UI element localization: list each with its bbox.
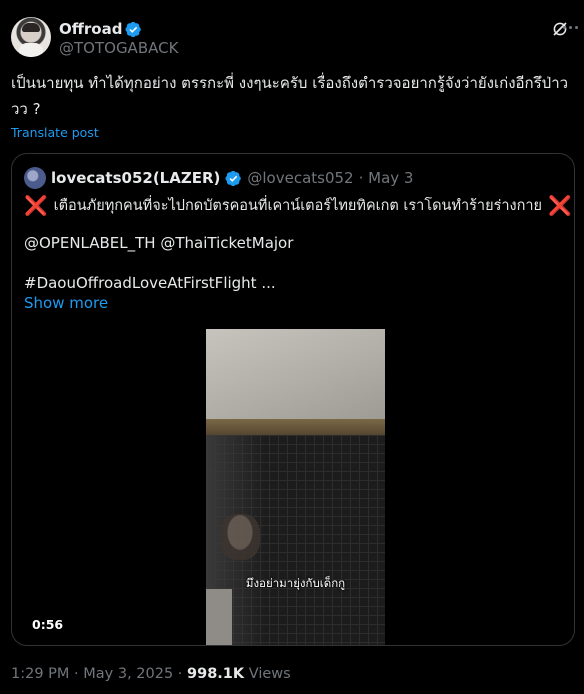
verified-badge-icon bbox=[225, 170, 242, 186]
quoted-hashtag: #DaouOffroadLoveAtFirstFlight ... bbox=[24, 274, 276, 292]
more-dots-icon[interactable] bbox=[563, 26, 581, 30]
quoted-author-handle[interactable]: @lovecats052 bbox=[247, 169, 353, 187]
post-header: Offroad @TOTOGABACK bbox=[11, 17, 578, 61]
cross-mark-icon: ❌ bbox=[24, 194, 48, 217]
video-frame-ceiling bbox=[206, 329, 385, 427]
author-name-line[interactable]: Offroad bbox=[59, 19, 142, 39]
video-frame-beam bbox=[206, 419, 385, 435]
video-frame-rail bbox=[206, 589, 232, 645]
quoted-author-avatar[interactable] bbox=[24, 167, 46, 189]
quoted-mentions: @OPENLABEL_TH @ThaiTicketMajor bbox=[24, 234, 294, 252]
more-dot bbox=[569, 26, 572, 29]
avatar-hair-shape bbox=[22, 23, 40, 32]
author-avatar[interactable] bbox=[11, 17, 51, 57]
quoted-post-date[interactable]: · May 3 bbox=[359, 169, 414, 187]
video-duration: 0:56 bbox=[32, 617, 64, 632]
avatar-shirt-shape bbox=[19, 43, 43, 57]
video-player[interactable]: มึงอย่ามายุ่งกับเด็กกู bbox=[206, 329, 385, 645]
meta-separator: · bbox=[173, 666, 188, 682]
more-dot bbox=[563, 26, 566, 29]
verified-badge-icon bbox=[125, 21, 142, 37]
quoted-post-card[interactable]: lovecats052(LAZER) @lovecats052 · May 3 … bbox=[11, 153, 575, 646]
quoted-warning-text: เตือนภัยทุกคนที่จะไปกดบัตรคอนที่เคาน์เตอ… bbox=[53, 198, 542, 214]
more-dot bbox=[575, 26, 578, 29]
author-display-name[interactable]: Offroad bbox=[59, 20, 122, 38]
views-label: Views bbox=[244, 666, 291, 682]
quoted-text-line-1: ❌ เตือนภัยทุกคนที่จะไปกดบัตรคอนที่เคาน์เ… bbox=[24, 194, 572, 217]
post-metadata: 1:29 PM · May 3, 2025 · 998.1K Views bbox=[11, 666, 291, 682]
post-timestamp[interactable]: 1:29 PM · May 3, 2025 bbox=[11, 666, 173, 682]
cross-mark-icon: ❌ bbox=[548, 194, 572, 217]
video-subtitle: มึงอย่ามายุ่งกับเด็กกู bbox=[245, 576, 346, 590]
quoted-post-header: lovecats052(LAZER) @lovecats052 · May 3 bbox=[24, 166, 413, 190]
views-count: 998.1K bbox=[187, 666, 245, 682]
post-text: เป็นนายทุน ทำได้ทุกอย่าง ตรรกะพี่ งงๆนะค… bbox=[11, 74, 569, 118]
translate-post-link[interactable]: Translate post bbox=[11, 125, 99, 140]
video-frame-figure bbox=[220, 514, 260, 560]
show-more-link[interactable]: Show more bbox=[24, 294, 108, 312]
author-handle[interactable]: @TOTOGABACK bbox=[59, 39, 178, 57]
quoted-author-display-name[interactable]: lovecats052(LAZER) bbox=[51, 169, 220, 187]
